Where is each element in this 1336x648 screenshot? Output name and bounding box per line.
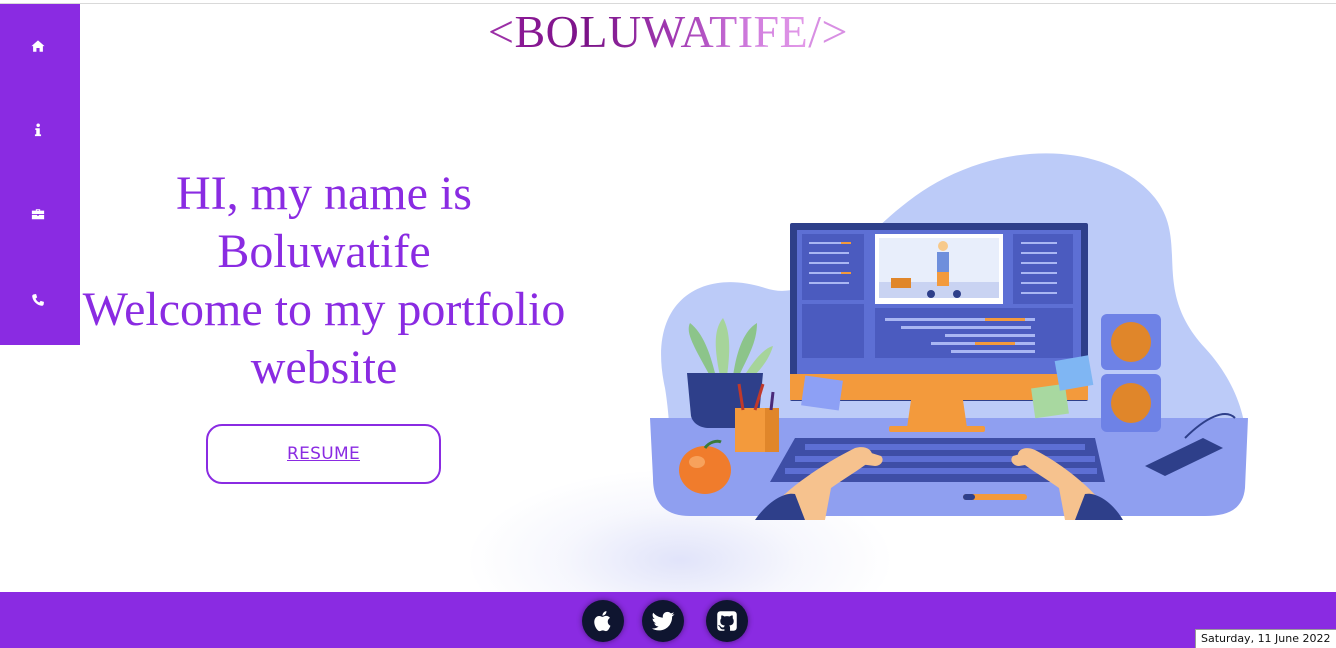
hero-line-2: Boluwatife [217, 225, 431, 278]
info-icon[interactable] [28, 120, 48, 140]
resume-button-label: RESUME [287, 444, 360, 464]
hero-line-1: HI, my name is [176, 167, 472, 220]
logo-close-bracket: /> [808, 6, 848, 57]
github-icon[interactable] [706, 600, 748, 642]
apple-icon[interactable] [582, 600, 624, 642]
twitter-icon[interactable] [642, 600, 684, 642]
site-logo[interactable]: <BOLUWATIFE/> [0, 6, 1336, 58]
developer-desk-illustration [650, 153, 1248, 520]
logo-open-bracket: < [488, 6, 515, 57]
briefcase-icon[interactable] [28, 204, 48, 224]
phone-icon[interactable] [28, 290, 48, 310]
hero-heading: HI, my name is Boluwatife Welcome to my … [74, 165, 574, 397]
resume-button[interactable]: RESUME [206, 424, 441, 484]
footer-bar [0, 592, 1336, 648]
hero-line-4: website [250, 341, 398, 394]
hero-line-3: Welcome to my portfolio [82, 283, 566, 336]
date-display: Saturday, 11 June 2022 [1195, 629, 1336, 648]
top-border [0, 3, 1336, 4]
logo-name: BOLUWATIFE [514, 6, 809, 57]
